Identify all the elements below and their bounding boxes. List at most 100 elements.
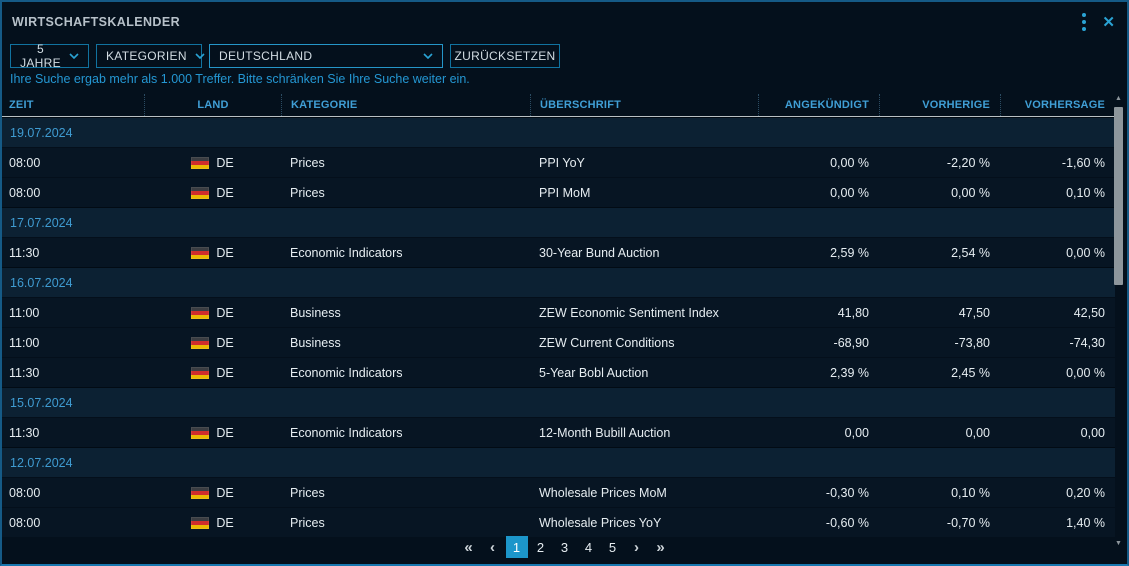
event-row[interactable]: 11:30DEEconomic Indicators12-Month Bubil… [2,417,1115,447]
date-label: 12.07.2024 [10,456,73,470]
country-cell: DE [144,156,281,170]
country-code: DE [216,366,233,380]
category-cell: Economic Indicators [281,246,530,260]
country-cell: DE [144,516,281,530]
category-cell: Prices [281,156,530,170]
country-cell: DE [144,426,281,440]
scroll-up-arrow-icon[interactable]: ▲ [1113,95,1124,102]
page-button-4[interactable]: 4 [578,536,600,558]
announced-cell: 2,59 % [758,246,879,260]
search-result-notice: Ihre Suche ergab mehr als 1.000 Treffer.… [10,72,470,86]
forecast-cell: -74,30 [1000,336,1115,350]
event-row[interactable]: 11:30DEEconomic Indicators30-Year Bund A… [2,237,1115,267]
chevron-down-icon [195,53,205,59]
date-group-row: 17.07.2024 [2,207,1115,237]
date-label: 19.07.2024 [10,126,73,140]
event-row[interactable]: 11:30DEEconomic Indicators5-Year Bobl Au… [2,357,1115,387]
category-cell: Economic Indicators [281,366,530,380]
last-page-button[interactable]: » [650,536,672,558]
titlebar-actions: ✕ [1080,10,1127,35]
date-label: 16.07.2024 [10,276,73,290]
page-button-2[interactable]: 2 [530,536,552,558]
time-cell: 08:00 [2,486,144,500]
germany-flag-icon [191,337,209,349]
headline-cell: ZEW Current Conditions [530,336,758,350]
announced-cell: -0,30 % [758,486,879,500]
pagination-pages: 12345 [506,536,624,558]
country-cell: DE [144,186,281,200]
page-button-5[interactable]: 5 [602,536,624,558]
forecast-cell: 0,00 % [1000,246,1115,260]
previous-cell: -2,20 % [879,156,1000,170]
event-row[interactable]: 08:00DEPricesWholesale Prices MoM-0,30 %… [2,477,1115,507]
forecast-cell: 0,20 % [1000,486,1115,500]
germany-flag-icon [191,517,209,529]
announced-cell: 0,00 % [758,186,879,200]
forecast-cell: -1,60 % [1000,156,1115,170]
column-header-zeit[interactable]: ZEIT [2,94,144,116]
column-header-vorhersage[interactable]: VORHERSAGE [1000,94,1115,116]
page-button-1[interactable]: 1 [506,536,528,558]
page-button-3[interactable]: 3 [554,536,576,558]
date-group-row: 15.07.2024 [2,387,1115,417]
previous-cell: 2,54 % [879,246,1000,260]
germany-flag-icon [191,247,209,259]
category-cell: Business [281,336,530,350]
headline-cell: Wholesale Prices MoM [530,486,758,500]
forecast-cell: 1,40 % [1000,516,1115,530]
reset-button[interactable]: ZURÜCKSETZEN [450,44,560,68]
column-header-angekuendigt[interactable]: ANGEKÜNDIGT [758,94,879,116]
scrollbar-thumb[interactable] [1114,107,1123,285]
column-header-vorherige[interactable]: VORHERIGE [879,94,1000,116]
calendar-table-body: 19.07.202408:00DEPricesPPI YoY0,00 %-2,2… [2,117,1115,537]
country-cell: DE [144,306,281,320]
announced-cell: 41,80 [758,306,879,320]
previous-cell: -73,80 [879,336,1000,350]
category-cell: Prices [281,516,530,530]
date-label: 15.07.2024 [10,396,73,410]
period-dropdown-value: 5 JAHRE [20,42,61,70]
time-cell: 08:00 [2,156,144,170]
previous-cell: 0,00 [879,426,1000,440]
first-page-button[interactable]: « [458,536,480,558]
announced-cell: -68,90 [758,336,879,350]
time-cell: 11:30 [2,246,144,260]
date-group-row: 19.07.2024 [2,117,1115,147]
titlebar: WIRTSCHAFTSKALENDER ✕ [2,2,1127,42]
kebab-menu-icon[interactable] [1080,10,1088,35]
close-icon[interactable]: ✕ [1102,15,1115,30]
announced-cell: 0,00 [758,426,879,440]
country-code: DE [216,336,233,350]
next-page-button[interactable]: › [626,536,648,558]
time-cell: 11:30 [2,426,144,440]
previous-cell: -0,70 % [879,516,1000,530]
category-cell: Prices [281,186,530,200]
event-row[interactable]: 08:00DEPricesPPI YoY0,00 %-2,20 %-1,60 % [2,147,1115,177]
period-dropdown[interactable]: 5 JAHRE [10,44,89,68]
vertical-scrollbar[interactable]: ▲ ▼ [1113,95,1124,547]
announced-cell: -0,60 % [758,516,879,530]
country-dropdown-value: DEUTSCHLAND [219,49,312,63]
categories-dropdown[interactable]: KATEGORIEN [96,44,202,68]
event-row[interactable]: 11:00DEBusinessZEW Economic Sentiment In… [2,297,1115,327]
prev-page-button[interactable]: ‹ [482,536,504,558]
calendar-table: ZEIT LAND KATEGORIE ÜBERSCHRIFT ANGEKÜND… [2,94,1115,537]
country-code: DE [216,156,233,170]
event-row[interactable]: 08:00DEPricesPPI MoM0,00 %0,00 %0,10 % [2,177,1115,207]
previous-cell: 2,45 % [879,366,1000,380]
previous-cell: 0,00 % [879,186,1000,200]
category-cell: Business [281,306,530,320]
chevron-down-icon [69,53,79,59]
column-header-ueberschrift[interactable]: ÜBERSCHRIFT [530,94,758,116]
categories-dropdown-value: KATEGORIEN [106,49,187,63]
headline-cell: 30-Year Bund Auction [530,246,758,260]
pagination: « ‹ 12345 › » [2,532,1127,562]
date-group-row: 16.07.2024 [2,267,1115,297]
headline-cell: Wholesale Prices YoY [530,516,758,530]
country-code: DE [216,516,233,530]
time-cell: 11:30 [2,366,144,380]
event-row[interactable]: 11:00DEBusinessZEW Current Conditions-68… [2,327,1115,357]
column-header-kategorie[interactable]: KATEGORIE [281,94,530,116]
country-dropdown[interactable]: DEUTSCHLAND [209,44,443,68]
column-header-land[interactable]: LAND [144,94,281,116]
